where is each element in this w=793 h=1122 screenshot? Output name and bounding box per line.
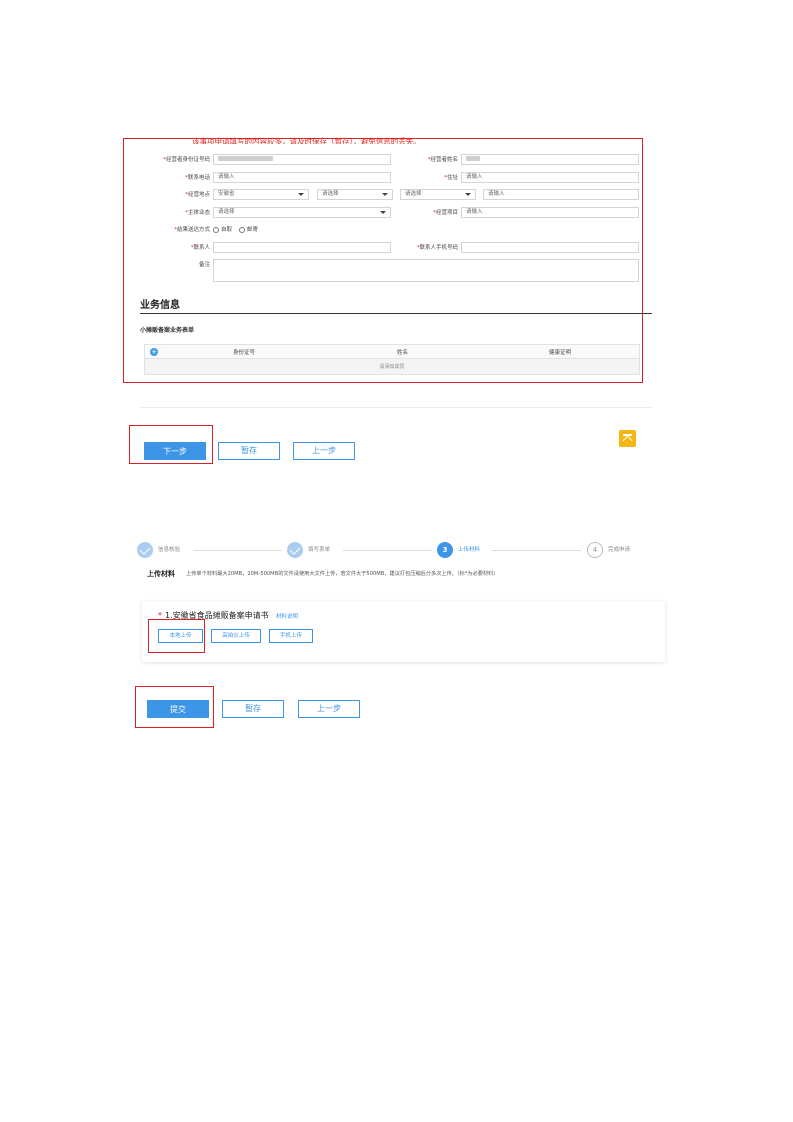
contact-phone-input[interactable] xyxy=(461,242,639,253)
city-select[interactable]: 请选择 xyxy=(317,189,393,200)
upload-hint: 上传单个材料最大20MB，20M-500MB的文件请使用大文件上传，若文件大于5… xyxy=(186,571,499,577)
business-section-title: 业务信息 xyxy=(140,300,180,311)
chevron-up-icon xyxy=(622,435,633,446)
contact-label: *联系人 xyxy=(190,245,210,251)
plus-icon[interactable]: + xyxy=(150,348,158,356)
member-table-empty-row: 请添加成员 xyxy=(144,359,640,375)
chevron-down-icon xyxy=(382,193,388,196)
phone-upload-button[interactable]: 手机上传 xyxy=(269,629,313,643)
operator-name-label: *经营者姓名 xyxy=(427,157,458,163)
step-1-circle xyxy=(137,542,153,558)
province-select[interactable]: 安徽省 xyxy=(213,189,309,200)
radio-icon xyxy=(239,226,245,233)
form-bottom-divider xyxy=(140,407,652,408)
chevron-down-icon xyxy=(465,193,471,196)
scanner-upload-button[interactable]: 高拍仪上传 xyxy=(211,629,261,643)
delivery-radio-mail[interactable]: 邮寄 xyxy=(239,225,258,235)
submit-button[interactable]: 提交 xyxy=(147,700,209,718)
operator-name-input[interactable] xyxy=(461,154,639,165)
column-name: 姓名 xyxy=(397,350,409,356)
column-health-cert: 健康证明 xyxy=(549,350,572,356)
check-icon xyxy=(139,544,151,555)
step-4-label: 完成申请 xyxy=(608,547,631,553)
delivery-radio-self[interactable]: 自取 xyxy=(213,225,232,235)
back-to-top-button[interactable] xyxy=(619,430,636,447)
step-2-label: 填写表单 xyxy=(308,547,331,553)
business-form-subtitle: 小摊贩备案业务表单 xyxy=(140,327,195,334)
radio-icon xyxy=(213,226,219,233)
id-number-label: *经营者身份证号码 xyxy=(163,157,210,163)
phone-label: *联系电话 xyxy=(185,175,210,181)
subject-label: *主体业态 xyxy=(185,210,210,216)
member-table-header: + 身份证号 姓名 健康证明 xyxy=(144,344,640,359)
location-detail-input[interactable]: 请输入 xyxy=(483,189,639,200)
step-connector xyxy=(193,550,282,551)
step-connector xyxy=(343,550,432,551)
step-4-circle: 4 xyxy=(587,542,603,558)
step-3-circle: 3 xyxy=(437,542,453,558)
chevron-down-icon xyxy=(298,193,304,196)
contact-phone-label: *联系人手机号码 xyxy=(416,245,458,251)
next-step-button[interactable]: 下一步 xyxy=(144,442,206,460)
chevron-down-icon xyxy=(380,211,386,214)
id-number-input[interactable] xyxy=(213,154,391,165)
section-divider xyxy=(140,313,652,314)
material-description-link[interactable]: 材料说明 xyxy=(276,612,298,620)
biz-item-label: *经营项目 xyxy=(433,210,458,216)
address-input[interactable]: 请输入 xyxy=(461,172,639,183)
prev-step-button-2[interactable]: 上一步 xyxy=(298,700,360,718)
check-icon xyxy=(289,544,301,555)
biz-location-label: *经营地点 xyxy=(185,192,210,198)
column-id-number: 身份证号 xyxy=(233,350,256,356)
contact-input[interactable] xyxy=(213,242,391,253)
save-draft-button[interactable]: 暂存 xyxy=(218,442,280,460)
district-select[interactable]: 请选择 xyxy=(400,189,476,200)
biz-item-input[interactable]: 请输入 xyxy=(461,207,639,218)
step-3-label: 上传材料 xyxy=(458,547,481,553)
delivery-label: *结果送达方式 xyxy=(174,227,210,233)
address-label: *住址 xyxy=(444,175,458,181)
step-2-circle xyxy=(287,542,303,558)
remark-label: 备注 xyxy=(198,262,210,268)
step-connector xyxy=(492,550,581,551)
local-upload-button[interactable]: 本地上传 xyxy=(158,629,203,643)
step-1-label: 信息核验 xyxy=(158,547,181,553)
subject-select[interactable]: 请选择 xyxy=(213,207,391,218)
save-draft-button-2[interactable]: 暂存 xyxy=(222,700,284,718)
upload-section-title: 上传材料 xyxy=(147,570,175,578)
remark-textarea[interactable] xyxy=(213,259,639,282)
add-member-hint[interactable]: 请添加成员 xyxy=(145,363,639,370)
phone-input[interactable]: 请输入 xyxy=(213,172,391,183)
prev-step-button[interactable]: 上一步 xyxy=(293,442,355,460)
save-notice: 该事项申请填写的内容较多，请及时保存（暂存），避免信息的丢失。 xyxy=(192,137,421,144)
